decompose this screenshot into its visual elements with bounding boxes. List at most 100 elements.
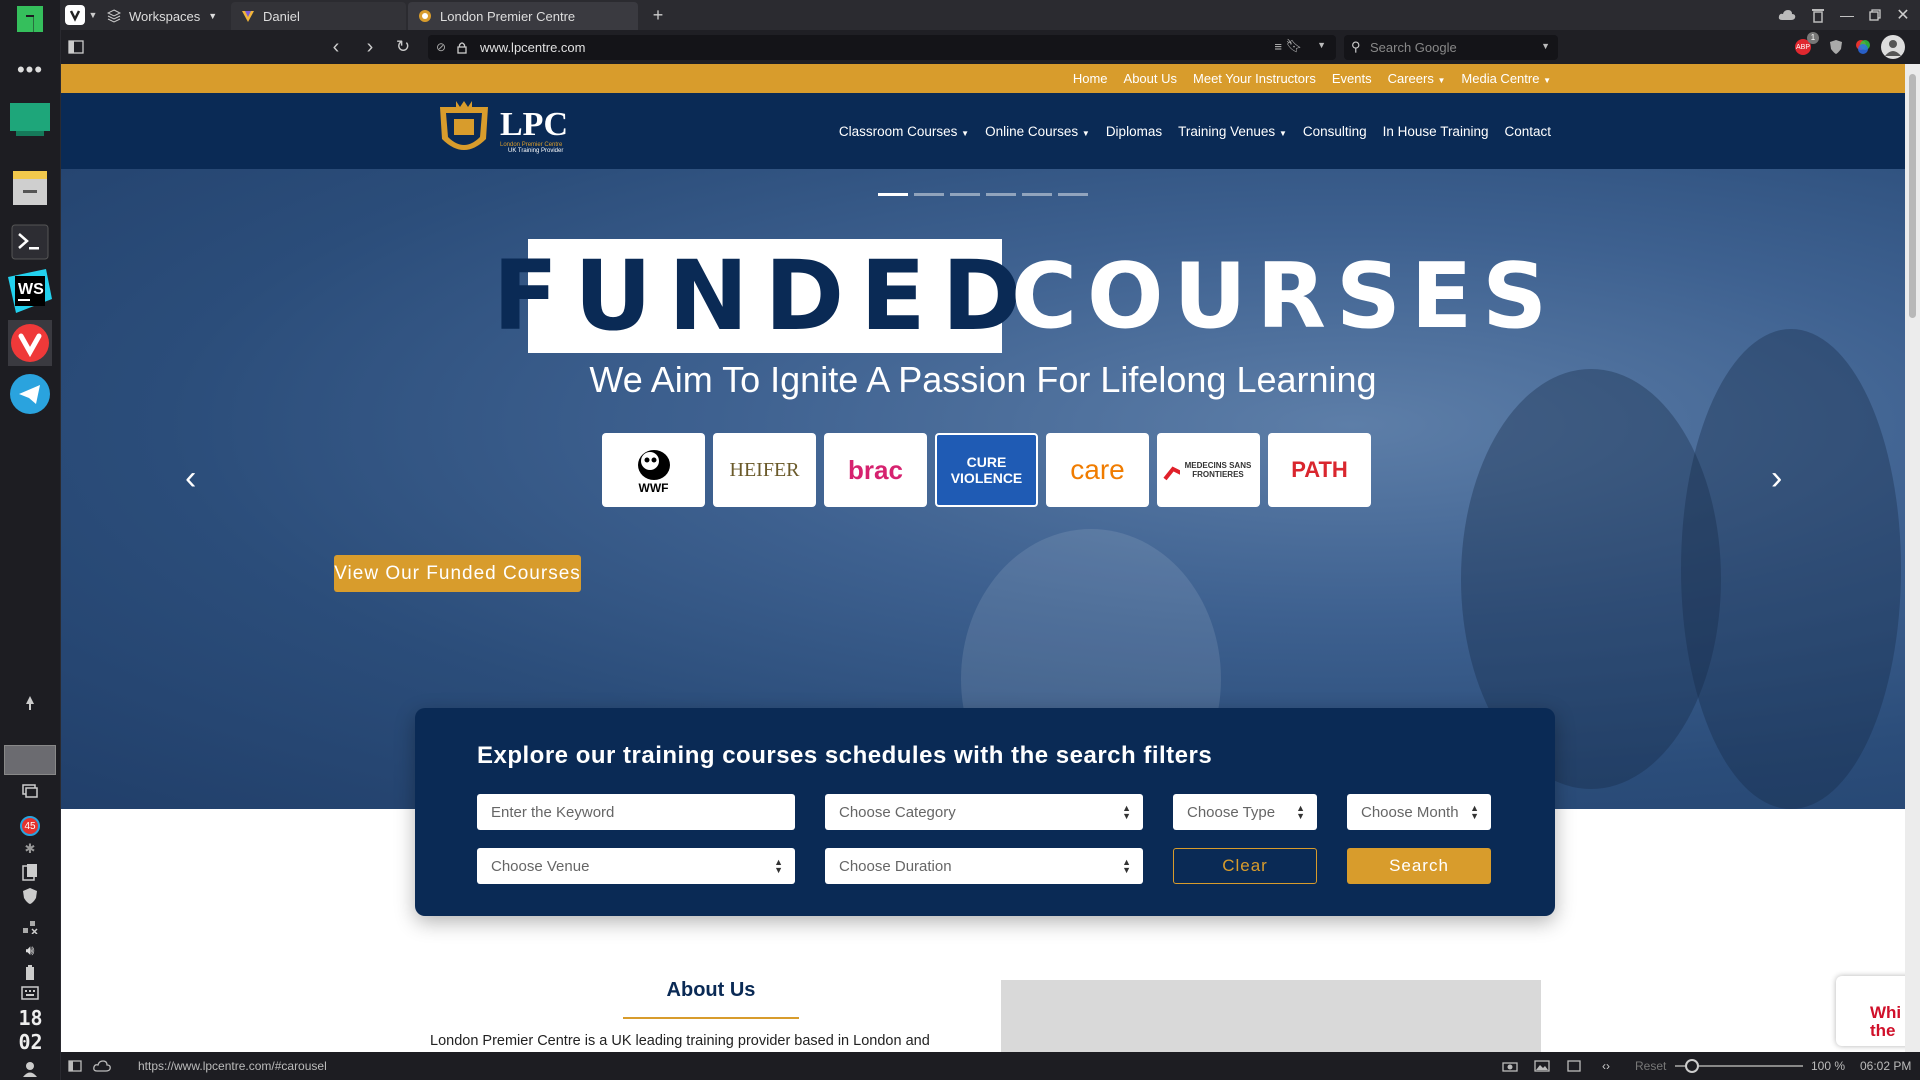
partner-logo-heifer: HEIFER xyxy=(713,433,816,507)
carousel-dot[interactable] xyxy=(878,193,908,196)
webstorm-icon[interactable]: WS xyxy=(8,268,52,314)
category-select[interactable]: Choose Category ▲ ▼ xyxy=(825,794,1143,830)
zoom-reset[interactable]: Reset xyxy=(1635,1059,1666,1073)
rocket-icon[interactable] xyxy=(8,692,52,714)
duration-value: Choose Duration xyxy=(839,857,952,875)
nav-in-house-training[interactable]: In House Training xyxy=(1383,124,1489,139)
tiling-icon[interactable] xyxy=(1565,1058,1583,1074)
color-extension-icon[interactable] xyxy=(1854,38,1872,56)
clipboard-icon[interactable] xyxy=(8,862,52,882)
panel-icon[interactable] xyxy=(67,1058,83,1074)
search-button[interactable]: Search xyxy=(1347,848,1491,884)
more-icon[interactable]: ••• xyxy=(8,57,52,82)
desktop-icon[interactable] xyxy=(8,100,52,140)
partner-logo-care: care xyxy=(1046,433,1149,507)
panel-toggle-icon[interactable] xyxy=(67,38,85,56)
search-dropdown-icon[interactable]: ▼ xyxy=(1541,41,1550,51)
top-link-instructors[interactable]: Meet Your Instructors xyxy=(1193,71,1316,86)
site-logo[interactable]: LPC London Premier Centre UK Training Pr… xyxy=(434,99,584,163)
shield-icon[interactable] xyxy=(1827,38,1845,56)
chevron-down-icon: ▼ xyxy=(1081,128,1090,138)
volume-icon[interactable]: 🔊︎ xyxy=(8,940,52,960)
keyword-input[interactable]: Enter the Keyword xyxy=(477,794,795,830)
top-link-careers[interactable]: Careers ▼ xyxy=(1388,71,1446,86)
reload-icon[interactable]: ↻ xyxy=(394,37,412,56)
partner-label: MEDECINS SANS FRONTIERES xyxy=(1184,461,1252,479)
scrollbar-thumb[interactable] xyxy=(1909,74,1916,318)
venue-select[interactable]: Choose Venue ▲ ▼ xyxy=(477,848,795,884)
chat-widget[interactable]: Whi the xyxy=(1836,976,1905,1046)
partner-label: WWF xyxy=(638,481,669,495)
primary-nav: Classroom Courses ▼ Online Courses ▼ Dip… xyxy=(839,93,1551,169)
nav-classroom-courses[interactable]: Classroom Courses ▼ xyxy=(839,124,969,139)
nav-online-courses[interactable]: Online Courses ▼ xyxy=(985,124,1090,139)
view-funded-courses-button[interactable]: View Our Funded Courses xyxy=(334,555,581,592)
carousel-dot[interactable] xyxy=(986,193,1016,196)
month-select[interactable]: Choose Month ▲ ▼ xyxy=(1347,794,1491,830)
carousel-dot[interactable] xyxy=(950,193,980,196)
zoom-slider[interactable] xyxy=(1675,1059,1803,1073)
new-tab-icon[interactable]: + xyxy=(649,5,667,25)
top-link-home[interactable]: Home xyxy=(1073,71,1108,86)
close-window-icon[interactable]: ✕ xyxy=(1894,6,1912,24)
carousel-dot[interactable] xyxy=(1058,193,1088,196)
careers-label: Careers xyxy=(1387,71,1434,86)
forward-icon[interactable]: › xyxy=(360,36,380,58)
user-icon[interactable] xyxy=(8,1060,52,1078)
profile-avatar[interactable] xyxy=(1881,35,1905,59)
sync-cloud-icon[interactable] xyxy=(1777,6,1797,24)
back-icon[interactable]: ‹ xyxy=(326,36,346,58)
minimize-icon[interactable]: — xyxy=(1838,6,1856,24)
trash-icon[interactable] xyxy=(1809,6,1827,24)
security-icon[interactable] xyxy=(8,886,52,906)
reader-view-icon[interactable]: ≡ xyxy=(1274,39,1282,54)
url-bar[interactable]: ⊘ www.lpcentre.com ≡ 🔖︎ ▼ xyxy=(428,35,1336,60)
top-link-events[interactable]: Events xyxy=(1332,71,1372,86)
nav-diplomas[interactable]: Diplomas xyxy=(1106,124,1162,139)
terminal-icon[interactable] xyxy=(8,222,52,262)
telegram-icon[interactable] xyxy=(8,372,52,416)
tab-lpcentre[interactable]: London Premier Centre xyxy=(408,2,638,30)
carousel-dot[interactable] xyxy=(914,193,944,196)
clear-button[interactable]: Clear xyxy=(1173,848,1317,884)
nav-training-venues[interactable]: Training Venues ▼ xyxy=(1178,124,1287,139)
adblock-icon[interactable]: ABP 1 xyxy=(1793,32,1819,56)
bookmark-icon[interactable]: 🔖︎ xyxy=(1285,38,1302,54)
nav-contact[interactable]: Contact xyxy=(1504,124,1551,139)
duration-select[interactable]: Choose Duration ▲ ▼ xyxy=(825,848,1143,884)
workspace-preview[interactable] xyxy=(4,745,56,775)
zoom-slider-handle[interactable] xyxy=(1685,1059,1699,1073)
notification-badge[interactable]: 45 xyxy=(8,815,52,837)
nav-consulting[interactable]: Consulting xyxy=(1303,124,1367,139)
chevron-down-icon: ▼ xyxy=(1543,76,1551,85)
workspaces-button[interactable]: Workspaces ▼ xyxy=(97,2,249,30)
tab-daniel[interactable]: Daniel xyxy=(231,2,406,30)
search-engine-field[interactable]: ⚲ Search Google ▼ xyxy=(1344,35,1558,60)
manjaro-logo-icon[interactable] xyxy=(8,4,52,34)
carousel-prev-icon[interactable]: ‹ xyxy=(185,459,196,498)
page-scrollbar[interactable] xyxy=(1905,64,1920,1052)
url-dropdown-icon[interactable]: ▼ xyxy=(1317,40,1326,50)
camera-icon[interactable] xyxy=(1501,1058,1519,1074)
vivaldi-menu-icon[interactable] xyxy=(65,5,85,25)
tab-label: Daniel xyxy=(263,8,300,24)
keyboard-icon[interactable] xyxy=(8,984,52,1002)
restore-icon[interactable] xyxy=(1866,6,1884,24)
bluetooth-icon[interactable]: ✱ xyxy=(8,840,52,858)
network-icon[interactable] xyxy=(8,918,52,936)
tracker-block-icon[interactable]: ⊘ xyxy=(436,40,446,54)
carousel-dot[interactable] xyxy=(1022,193,1052,196)
window-list-icon[interactable] xyxy=(8,782,52,800)
search-placeholder: Search Google xyxy=(1370,40,1457,55)
image-icon[interactable] xyxy=(1533,1058,1551,1074)
code-icon[interactable]: ‹› xyxy=(1597,1058,1615,1074)
top-link-media[interactable]: Media Centre ▼ xyxy=(1461,71,1551,86)
cloud-icon[interactable] xyxy=(93,1058,111,1074)
lock-icon[interactable] xyxy=(457,41,467,54)
file-manager-icon[interactable] xyxy=(8,168,52,208)
top-link-about[interactable]: About Us xyxy=(1124,71,1177,86)
vivaldi-icon[interactable] xyxy=(8,320,52,366)
type-select[interactable]: Choose Type ▲ ▼ xyxy=(1173,794,1317,830)
carousel-next-icon[interactable]: › xyxy=(1771,459,1782,498)
battery-icon[interactable] xyxy=(8,964,52,982)
